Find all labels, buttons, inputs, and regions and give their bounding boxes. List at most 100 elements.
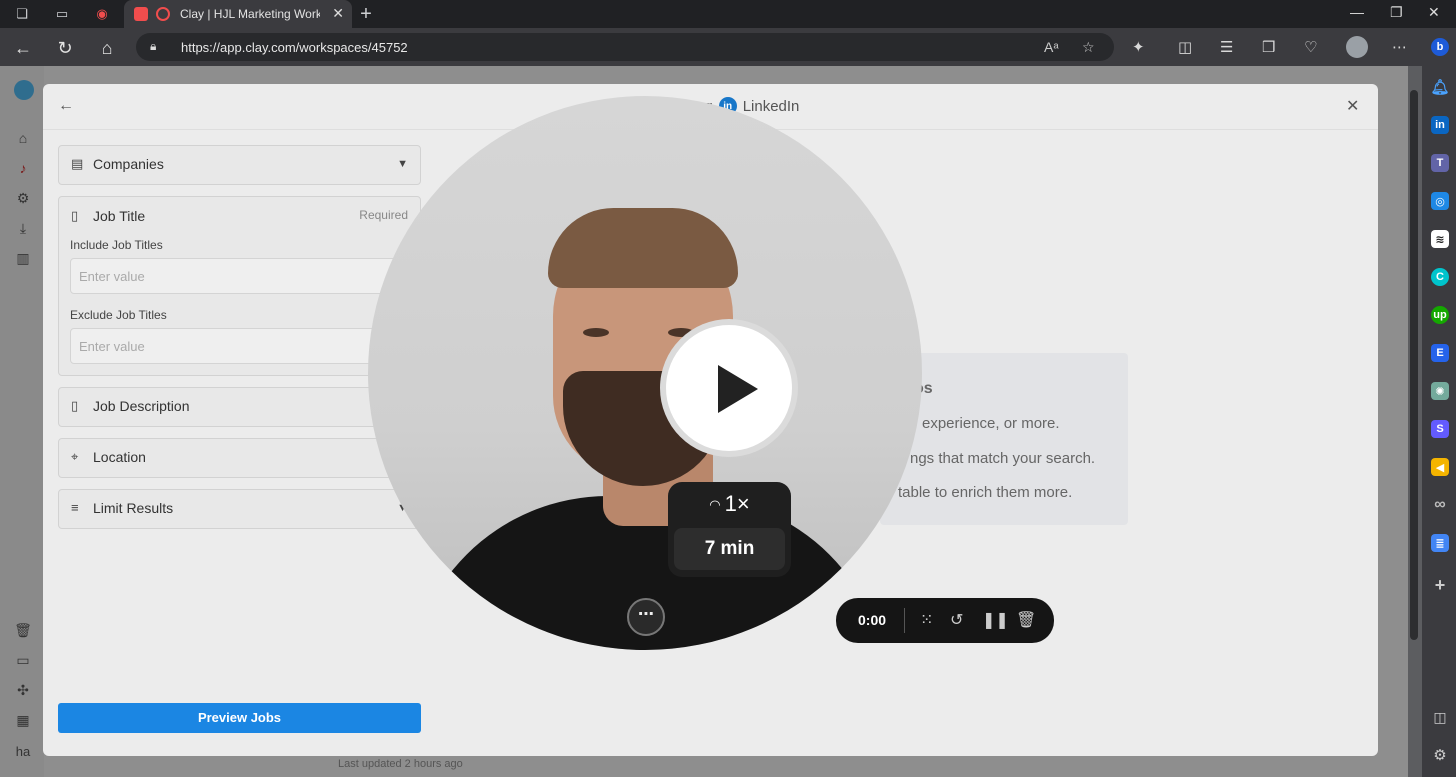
url-field[interactable]: 🔒︎ https://app.clay.com/workspaces/45752…: [136, 33, 1114, 61]
canva-icon[interactable]: C: [1431, 268, 1449, 286]
browser-addressbar: ← ↻ ⌂ 🔒︎ https://app.clay.com/workspaces…: [0, 28, 1456, 66]
delete-icon[interactable]: 🗑︎: [1016, 610, 1036, 630]
notification-bell-icon[interactable]: 🔔︎: [1430, 78, 1449, 96]
lock-icon[interactable]: 🔒︎: [150, 39, 164, 53]
favorites-icon[interactable]: ☰: [1220, 38, 1233, 56]
recording-icon[interactable]: ◉: [92, 4, 112, 24]
billing-icon[interactable]: ▭: [14, 652, 32, 670]
recording-timer: 0:00: [858, 612, 887, 628]
bing-icon[interactable]: b: [1431, 38, 1449, 56]
s-app-icon[interactable]: S: [1431, 420, 1449, 438]
tab-actions-icon[interactable]: ▭: [52, 4, 72, 24]
collections-icon[interactable]: ❒: [1262, 38, 1275, 56]
speed-value: 1×: [724, 491, 750, 516]
performance-icon[interactable]: ♡: [1304, 38, 1317, 56]
section-location[interactable]: ⌖ Location: [58, 438, 421, 478]
playback-speed[interactable]: ◠ 1×: [668, 482, 791, 526]
modal-back-icon[interactable]: ←: [58, 97, 74, 115]
pause-icon[interactable]: ❚❚: [982, 610, 1009, 630]
restart-icon[interactable]: ↺: [950, 610, 963, 630]
info-line-2: ngs that match your search.: [910, 450, 1096, 467]
sidebar-settings-icon[interactable]: ⚙: [1431, 746, 1449, 764]
refresh-icon[interactable]: ↻: [54, 37, 76, 59]
user-initials[interactable]: ha: [14, 744, 32, 762]
section-title: Location: [93, 449, 146, 465]
include-job-titles-label: Include Job Titles: [70, 238, 163, 252]
profile-avatar[interactable]: [1346, 36, 1368, 58]
preview-jobs-button[interactable]: Preview Jobs: [58, 703, 421, 733]
slides-icon[interactable]: ◀: [1431, 458, 1449, 476]
linkedin-sidebar-icon[interactable]: in: [1431, 116, 1449, 134]
exclude-job-titles-label: Exclude Job Titles: [70, 308, 167, 322]
window-close-icon[interactable]: ✕: [1428, 4, 1440, 21]
minimize-icon[interactable]: —: [1350, 4, 1364, 20]
section-job-description[interactable]: ▯ Job Description: [58, 387, 421, 427]
notifications-icon[interactable]: ♪: [14, 160, 32, 178]
back-icon[interactable]: ←: [12, 37, 34, 59]
sheet-icon[interactable]: ≣: [1431, 534, 1449, 552]
webcam-bubble[interactable]: [368, 96, 922, 650]
new-tab-button[interactable]: +: [356, 3, 376, 25]
section-title: Companies: [93, 156, 164, 172]
section-limit-results[interactable]: ≡ Limit Results ▼: [58, 489, 421, 529]
briefcase-icon: ▤: [71, 156, 84, 171]
database-icon: ≡: [71, 500, 79, 515]
app-left-nav: ⌂ ♪ ⚙ ⤓ ▥ 🗑︎ ▭ ✣ ▦ ha: [0, 66, 44, 777]
section-title: Job Title: [93, 208, 146, 224]
infinity-icon[interactable]: ∞: [1431, 496, 1449, 514]
slack-icon[interactable]: ✣: [14, 682, 32, 700]
home-nav-icon[interactable]: ⌂: [14, 130, 32, 148]
read-aloud-icon[interactable]: Aᵃ: [1044, 39, 1059, 55]
tab-clay[interactable]: Clay | HJL Marketing Worksp ✕: [124, 0, 352, 28]
edge-sidebar: [1422, 28, 1456, 777]
workspace-logo[interactable]: [14, 80, 34, 100]
settings-nav-icon[interactable]: ⚙: [14, 190, 32, 208]
favorite-star-icon[interactable]: ☆: [1082, 39, 1095, 56]
tab-title: Clay | HJL Marketing Worksp: [180, 7, 320, 21]
browser-tabbar: ❏ ▭ ◉ Clay | HJL Marketing Worksp ✕ + — …: [0, 0, 1456, 28]
playback-info[interactable]: ◠ 1× 7 min: [668, 482, 791, 577]
speed-gauge-icon: ◠: [709, 497, 721, 513]
extensions-icon[interactable]: ✦: [1132, 38, 1145, 56]
split-screen-icon[interactable]: ◫: [1178, 38, 1192, 56]
section-companies[interactable]: ▤ Companies ▼: [58, 145, 421, 185]
book-icon[interactable]: ▥: [14, 250, 32, 268]
last-updated-text: Last updated 2 hours ago: [338, 758, 463, 770]
add-sidebar-icon[interactable]: +: [1431, 575, 1449, 595]
more-options-icon[interactable]: ⋯: [627, 598, 665, 636]
settings-more-icon[interactable]: ⋯: [1392, 38, 1407, 56]
video-duration: 7 min: [674, 528, 785, 570]
include-job-titles-input[interactable]: Enter value: [70, 258, 410, 294]
stack-icon[interactable]: ≋: [1431, 230, 1449, 248]
person-hair: [548, 208, 738, 288]
page-scroll-thumb[interactable]: [1410, 90, 1418, 640]
section-title: Job Description: [93, 398, 190, 414]
chatgpt-icon[interactable]: ✺: [1431, 382, 1449, 400]
document-icon: ▯: [71, 208, 79, 223]
tab-close-icon[interactable]: ✕: [332, 5, 344, 22]
teams-icon[interactable]: T: [1431, 154, 1449, 172]
recording-favicon: [156, 7, 170, 21]
section-job-title: ▯ Job Title Required Include Job Titles …: [58, 196, 421, 376]
play-button[interactable]: [660, 319, 798, 457]
modal-title-suffix: LinkedIn: [742, 97, 800, 115]
modal-close-icon[interactable]: ✕: [1346, 96, 1359, 116]
url-text: https://app.clay.com/workspaces/45752: [181, 40, 408, 55]
play-icon: [718, 365, 758, 413]
grid-dots-icon[interactable]: ⁙: [920, 610, 933, 630]
trash-nav-icon[interactable]: 🗑︎: [14, 622, 32, 640]
sidebar-toggle-icon[interactable]: ◫: [1431, 708, 1449, 726]
restore-icon[interactable]: ❐: [1390, 4, 1403, 21]
calendar-icon[interactable]: ▦: [14, 712, 32, 730]
divider: [904, 608, 905, 633]
chevron-down-icon: ▼: [397, 158, 408, 170]
download-icon[interactable]: ⤓: [14, 220, 32, 238]
exclude-job-titles-input[interactable]: Enter value: [70, 328, 410, 364]
info-line-1: experience, or more.: [922, 415, 1060, 432]
e-app-icon[interactable]: E: [1431, 344, 1449, 362]
safari-icon[interactable]: ◎: [1431, 192, 1449, 210]
workspaces-icon[interactable]: ❏: [12, 4, 32, 24]
person-eye-left: [583, 328, 609, 337]
upwork-icon[interactable]: up: [1431, 306, 1449, 324]
home-icon[interactable]: ⌂: [96, 37, 118, 59]
